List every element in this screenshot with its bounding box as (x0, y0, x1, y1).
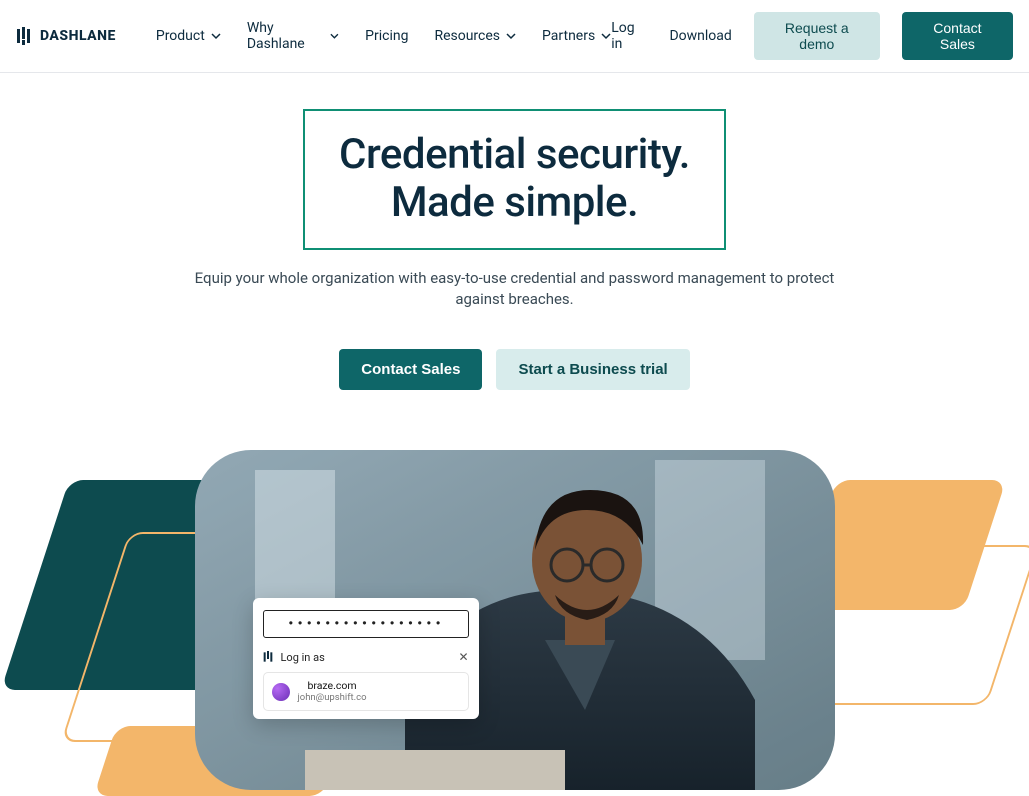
password-field[interactable]: ••••••••••••••••• (263, 610, 469, 638)
dashlane-mini-icon (263, 651, 275, 663)
brand-name: DASHLANE (40, 28, 116, 44)
close-icon[interactable]: ✕ (458, 650, 468, 664)
login-link[interactable]: Log in (611, 20, 647, 52)
page-headline: Credential security. Made simple. (339, 131, 690, 228)
nav-item-label: Product (156, 28, 205, 44)
hero-cta-row: Contact Sales Start a Business trial (20, 349, 1009, 390)
brand-logo[interactable]: DASHLANE (16, 27, 116, 45)
nav-item-why-dashlane[interactable]: Why Dashlane (247, 20, 339, 52)
dashlane-logo-icon (16, 27, 34, 45)
chevron-down-icon (211, 31, 221, 41)
account-avatar-icon (272, 683, 290, 701)
primary-nav: Product Why Dashlane Pricing Resources P… (156, 20, 611, 52)
account-text: braze.com john@upshift.co (298, 679, 367, 704)
request-demo-button[interactable]: Request a demo (754, 12, 880, 60)
autofill-account-option[interactable]: braze.com john@upshift.co (263, 672, 469, 711)
hero-art: ••••••••••••••••• Log in as ✕ braze.com … (25, 450, 1005, 790)
chevron-down-icon (601, 31, 611, 41)
headline-line-1: Credential security. (339, 130, 690, 179)
nav-item-product[interactable]: Product (156, 28, 221, 44)
nav-right: Log in Download Request a demo Contact S… (611, 12, 1013, 60)
nav-item-label: Resources (434, 28, 500, 44)
chevron-down-icon (506, 31, 516, 41)
account-email: john@upshift.co (298, 692, 367, 704)
download-link[interactable]: Download (669, 28, 731, 44)
autofill-overlay-card: ••••••••••••••••• Log in as ✕ braze.com … (253, 598, 479, 719)
nav-item-pricing[interactable]: Pricing (365, 28, 408, 44)
headline-frame: Credential security. Made simple. (303, 109, 726, 250)
top-nav: DASHLANE Product Why Dashlane Pricing Re… (0, 0, 1029, 73)
nav-item-label: Partners (542, 28, 595, 44)
hero-contact-sales-button[interactable]: Contact Sales (339, 349, 482, 390)
nav-item-partners[interactable]: Partners (542, 28, 611, 44)
nav-item-label: Why Dashlane (247, 20, 325, 52)
chevron-down-icon (330, 31, 339, 41)
contact-sales-button[interactable]: Contact Sales (902, 12, 1013, 60)
login-as-label: Log in as (281, 651, 325, 664)
nav-item-resources[interactable]: Resources (434, 28, 516, 44)
headline-line-2: Made simple. (391, 178, 638, 227)
hero-start-trial-button[interactable]: Start a Business trial (496, 349, 689, 390)
hero-subtitle: Equip your whole organization with easy-… (195, 268, 835, 312)
account-domain: braze.com (298, 679, 367, 692)
hero: Credential security. Made simple. Equip … (0, 73, 1029, 790)
login-as-row: Log in as ✕ (263, 648, 469, 672)
nav-item-label: Pricing (365, 28, 408, 44)
